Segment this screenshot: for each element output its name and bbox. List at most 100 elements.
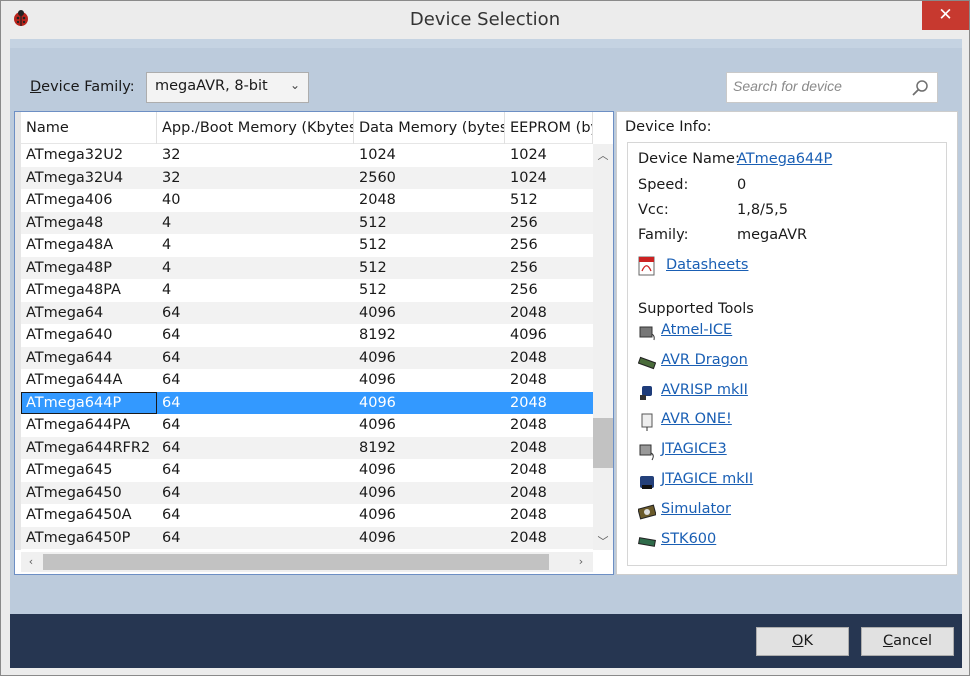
table-cell: ATmega6450P	[26, 529, 131, 546]
table-cell: 2048	[510, 394, 547, 411]
tool-item-jtagice3[interactable]: JTAGICE3	[638, 441, 838, 463]
table-cell: 64	[162, 484, 181, 501]
table-cell: 64	[162, 304, 181, 321]
title-bar[interactable]: Device Selection ✕	[1, 1, 969, 39]
table-row[interactable]: ATmega48 4 512 256	[21, 211, 593, 234]
avr-one-icon	[641, 413, 653, 432]
datasheets-link[interactable]: Datasheets	[666, 257, 748, 273]
table-cell: 64	[162, 327, 181, 343]
table-row[interactable]: ATmega6450P 64 4096 2048	[21, 526, 593, 549]
table-row[interactable]: ATmega32U4 32 2560 1024	[21, 166, 593, 189]
table-cell: ATmega48PA	[26, 282, 121, 298]
tool-item-stk600[interactable]: STK600	[638, 531, 838, 553]
table-cell: 2048	[510, 484, 547, 501]
column-header-data-memory[interactable]: Data Memory (bytes)	[354, 112, 505, 144]
device-name-link[interactable]: ATmega644P	[737, 151, 832, 167]
search-icon[interactable]	[911, 79, 929, 97]
table-cell: 64	[162, 417, 181, 433]
table-row[interactable]: ATmega644RFR2 64 8192 2048	[21, 436, 593, 459]
horizontal-scrollbar[interactable]: ‹ ›	[21, 552, 593, 572]
tool-link[interactable]: AVR Dragon	[661, 352, 748, 368]
tool-link[interactable]: AVRISP mkII	[661, 382, 748, 398]
table-row[interactable]: ATmega6450A 64 4096 2048	[21, 504, 593, 527]
device-info-title: Device Info:	[625, 119, 712, 135]
table-row[interactable]: ATmega644 64 4096 2048	[21, 346, 593, 369]
tool-link[interactable]: STK600	[661, 531, 716, 547]
cancel-button[interactable]: Cancel	[861, 627, 954, 656]
table-row[interactable]: ATmega32U2 32 1024 1024	[21, 144, 593, 167]
table-cell: 512	[510, 192, 538, 208]
table-row[interactable]: ATmega644A 64 4096 2048	[21, 369, 593, 392]
table-cell: 32	[162, 169, 181, 186]
tool-link[interactable]: Atmel-ICE	[661, 322, 732, 338]
table-cell: ATmega644A	[26, 372, 123, 388]
table-cell: 64	[162, 372, 181, 388]
device-family-label: Device Family:	[30, 79, 135, 95]
table-cell: 2048	[510, 417, 547, 433]
tool-item-simulator[interactable]: Simulator	[638, 501, 838, 523]
device-table[interactable]: Name App./Boot Memory (Kbytes) Data Memo…	[14, 111, 614, 575]
table-cell: 512	[359, 237, 387, 253]
table-header: Name App./Boot Memory (Kbytes) Data Memo…	[21, 112, 593, 144]
table-row[interactable]: ATmega48P 4 512 256	[21, 256, 593, 279]
column-header-eeprom[interactable]: EEPROM (by	[505, 112, 593, 144]
chevron-down-icon: ⌄	[289, 78, 300, 92]
table-row[interactable]: ATmega406 40 2048 512	[21, 189, 593, 212]
table-cell: ATmega6451	[21, 549, 157, 550]
table-cell: 4096	[359, 462, 396, 478]
table-cell: 2048	[510, 304, 547, 321]
scroll-left-icon[interactable]: ‹	[21, 552, 41, 572]
table-row[interactable]: ATmega48PA 4 512 256	[21, 279, 593, 302]
column-header-name[interactable]: Name	[21, 112, 157, 144]
avrisp-mkii-icon	[640, 385, 652, 400]
table-cell: 4	[162, 237, 172, 253]
table-cell: 40	[162, 192, 181, 208]
table-row[interactable]: ATmega48A 4 512 256	[21, 234, 593, 257]
scroll-up-icon[interactable]: ︿	[593, 144, 613, 164]
tool-item-jtagice-mkii[interactable]: JTAGICE mkII	[638, 471, 838, 493]
table-cell: ATmega48	[26, 214, 104, 231]
table-cell: ATmega48A	[26, 237, 114, 253]
table-cell: 256	[510, 259, 538, 276]
scroll-right-icon[interactable]: ›	[571, 552, 591, 572]
tool-link[interactable]: Simulator	[661, 501, 731, 517]
table-cell: 512	[359, 259, 387, 276]
vertical-scrollbar[interactable]: ︿ ﹀	[593, 144, 613, 550]
table-row[interactable]: ATmega6450 64 4096 2048	[21, 481, 593, 504]
simulator-icon	[638, 504, 656, 520]
close-button[interactable]: ✕	[922, 1, 969, 30]
table-cell: 4096	[359, 394, 396, 411]
table-cell: 256	[510, 237, 538, 253]
table-cell: 2048	[510, 439, 547, 456]
search-input[interactable]: Search for device	[726, 72, 938, 103]
table-cell: ATmega644	[26, 349, 113, 366]
supported-tools-title: Supported Tools	[638, 301, 754, 317]
hscroll-thumb[interactable]	[43, 554, 549, 570]
table-cell: 4096	[359, 372, 396, 388]
ok-button[interactable]: OK	[756, 627, 849, 656]
column-header-app-boot-memory[interactable]: App./Boot Memory (Kbytes)	[157, 112, 354, 144]
table-row[interactable]: ATmega640 64 8192 4096	[21, 324, 593, 347]
table-row[interactable]: ATmega64 64 4096 2048	[21, 301, 593, 324]
table-cell: 512	[359, 282, 387, 298]
tool-link[interactable]: AVR ONE!	[661, 411, 732, 427]
table-row[interactable]: ATmega644PA 64 4096 2048	[21, 414, 593, 437]
table-row[interactable]: ATmega645 64 4096 2048	[21, 459, 593, 482]
tool-item-avr-dragon[interactable]: AVR Dragon	[638, 352, 838, 374]
tool-link[interactable]: JTAGICE3	[661, 441, 727, 457]
table-cell: 256	[510, 214, 538, 231]
table-cell: 1024	[510, 169, 547, 186]
table-cell: 64	[162, 394, 181, 411]
scroll-thumb[interactable]	[593, 418, 613, 468]
table-row[interactable]: ATmega644P 64 4096 2048	[21, 391, 593, 414]
table-cell: ATmega644PA	[26, 417, 131, 433]
device-family-select[interactable]: megaAVR, 8-bit ⌄	[146, 72, 309, 103]
scroll-down-icon[interactable]: ﹀	[593, 530, 613, 550]
table-cell: 2560	[359, 169, 396, 186]
tool-item-avrisp-mkii[interactable]: AVRISP mkII	[638, 382, 838, 404]
tool-link[interactable]: JTAGICE mkII	[661, 471, 753, 487]
table-cell: ATmega6450	[26, 484, 122, 501]
table-row[interactable]: ATmega64516440962048	[21, 549, 593, 550]
tool-item-avr-one[interactable]: AVR ONE!	[638, 411, 838, 433]
tool-item-atmel-ice[interactable]: Atmel-ICE	[638, 322, 838, 344]
